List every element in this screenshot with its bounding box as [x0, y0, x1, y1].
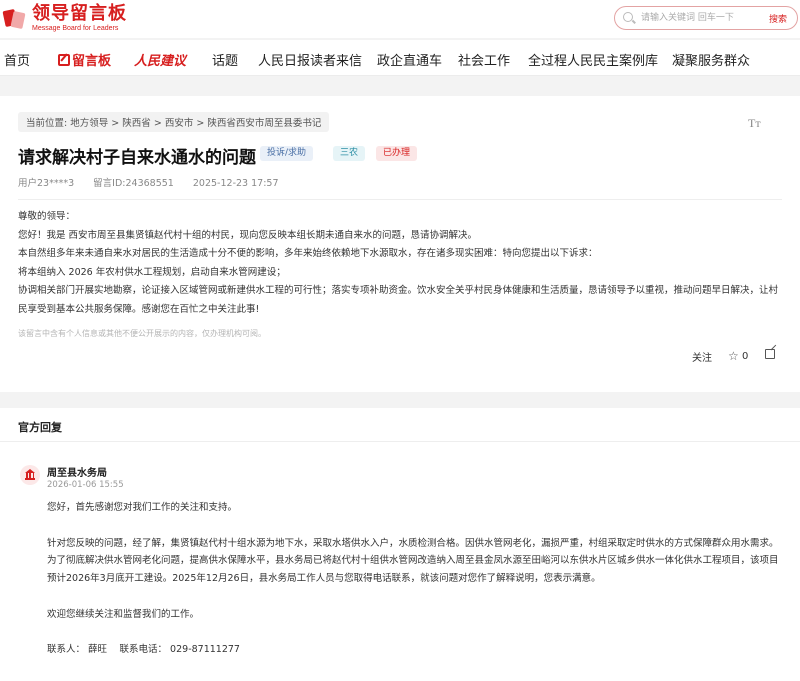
reply-contact: 联系人： 薛旺 联系电话： 029-87111277 [47, 644, 240, 656]
nav-people-suggestion[interactable]: 人民建议 [134, 50, 186, 69]
message-paragraph: 本自然组多年来未通自来水对居民的生活造成十分不便的影响，多年来始终依赖地下水源取… [18, 248, 598, 260]
site-logo[interactable]: 领导留言板 Message Board for Leaders [2, 4, 127, 33]
search-button[interactable]: 搜索 [769, 12, 787, 25]
breadcrumb-prefix: 当前位置: [26, 118, 68, 129]
like-count: 0 [741, 351, 749, 362]
government-building-icon [20, 465, 40, 485]
reply-timestamp: 2026-01-06 15:55 [47, 480, 124, 490]
category-tag: 投诉/求助 [260, 146, 314, 161]
logo-icon [2, 6, 28, 32]
search-input[interactable] [641, 10, 751, 26]
reply-paragraph: 欢迎您继续关注和监督我们的工作。 [47, 608, 200, 620]
logo-title: 领导留言板 [32, 3, 127, 24]
breadcrumb-shaanxi[interactable]: 陕西省 [122, 118, 151, 129]
breadcrumb-sep: > [153, 118, 162, 129]
breadcrumb-xian[interactable]: 西安市 [165, 118, 194, 129]
breadcrumb-sep: > [196, 118, 205, 129]
share-icon [765, 349, 775, 359]
reply-body: 您好，首先感谢您对我们工作的关注和支持。 针对您反映的问题，经了解，集贤镇赵代村… [47, 499, 782, 659]
message-date: 2025-12-23 17:57 [192, 178, 279, 189]
breadcrumb: 当前位置: 地方领导 > 陕西省 > 西安市 > 陕西省西安市周至县委书记 [18, 112, 330, 132]
nav-democracy-cases[interactable]: 全过程人民民主案例库 [528, 50, 658, 69]
message-paragraph: 尊敬的领导： [18, 211, 76, 222]
breadcrumb-sep: > [111, 118, 120, 129]
follow-button[interactable]: 关注 [692, 349, 712, 364]
share-button[interactable] [765, 349, 775, 361]
message-body: 尊敬的领导： 您好！我是 西安市周至县集贤镇赵代村十组的村民，现向您反映本组长期… [18, 208, 782, 320]
message-paragraph: 协调相关部门开展实地勘察，论证接入区域管网或新建供水工程的可行性；落实专项补助资… [18, 285, 779, 315]
message-user: 用户23****3 [18, 178, 75, 189]
divider [0, 441, 800, 442]
nav-home[interactable]: 首页 [4, 50, 30, 69]
reply-paragraph: 您好，首先感谢您对我们工作的关注和支持。 [47, 502, 238, 513]
message-meta: 用户23****3 留言ID:24368551 2025-12-23 17:57 [18, 175, 294, 189]
logo-subtitle: Message Board for Leaders [32, 25, 119, 32]
message-card: 当前位置: 地方领导 > 陕西省 > 西安市 > 陕西省西安市周至县委书记 Tт… [0, 96, 800, 392]
breadcrumb-local-leaders[interactable]: 地方领导 [70, 118, 108, 129]
message-paragraph: 您好！我是 西安市周至县集贤镇赵代村十组的村民，现向您反映本组长期未通自来水的问… [18, 229, 478, 241]
main-nav: 首页 留言板 人民建议 话题 人民日报读者来信 政企直通车 社会工作 全过程人民… [0, 40, 800, 76]
breadcrumb-leader[interactable]: 陕西省西安市周至县委书记 [207, 118, 321, 129]
font-size-icon[interactable]: Tт [748, 116, 761, 131]
edit-icon [58, 54, 70, 66]
search-icon [623, 12, 633, 22]
privacy-notice: 该留言中含有个人信息或其他不便公开展示的内容，仅办理机构可阅。 [18, 329, 266, 338]
nav-serve-people[interactable]: 凝聚服务群众 [672, 50, 750, 69]
like-button[interactable]: ☆ 0 [728, 349, 748, 363]
reply-paragraph: 针对您反映的问题，经了解，集贤镇赵代村十组水源为地下水，采取水塔供水入户，水质检… [47, 537, 779, 585]
nav-message-board-label: 留言板 [72, 54, 112, 69]
nav-topics[interactable]: 话题 [212, 50, 238, 69]
nav-social-work[interactable]: 社会工作 [458, 50, 510, 69]
nav-readers-letters[interactable]: 人民日报读者来信 [258, 50, 362, 69]
message-paragraph: 将本组纳入 2026 年农村供水工程规划，启动自来水管网建设； [18, 266, 286, 278]
star-icon: ☆ [728, 349, 739, 363]
search-box: 搜索 [614, 6, 798, 30]
message-id: 留言ID:24368551 [93, 178, 174, 189]
page-title: 请求解决村子自来水通水的问题 [18, 148, 256, 168]
official-reply-card: 官方回复 周至县水务局 2026-01-06 15:55 您好，首先感谢您对我们… [0, 408, 800, 681]
nav-gov-enterprise[interactable]: 政企直通车 [377, 50, 442, 69]
domain-tag: 三农 [333, 146, 366, 161]
status-badge: 已办理 [376, 146, 418, 161]
top-bar: 领导留言板 Message Board for Leaders 搜索 [0, 0, 800, 38]
reply-heading: 官方回复 [18, 421, 62, 434]
reply-department: 周至县水务局 [47, 468, 107, 479]
nav-message-board[interactable]: 留言板 [58, 50, 111, 69]
divider [18, 199, 782, 200]
